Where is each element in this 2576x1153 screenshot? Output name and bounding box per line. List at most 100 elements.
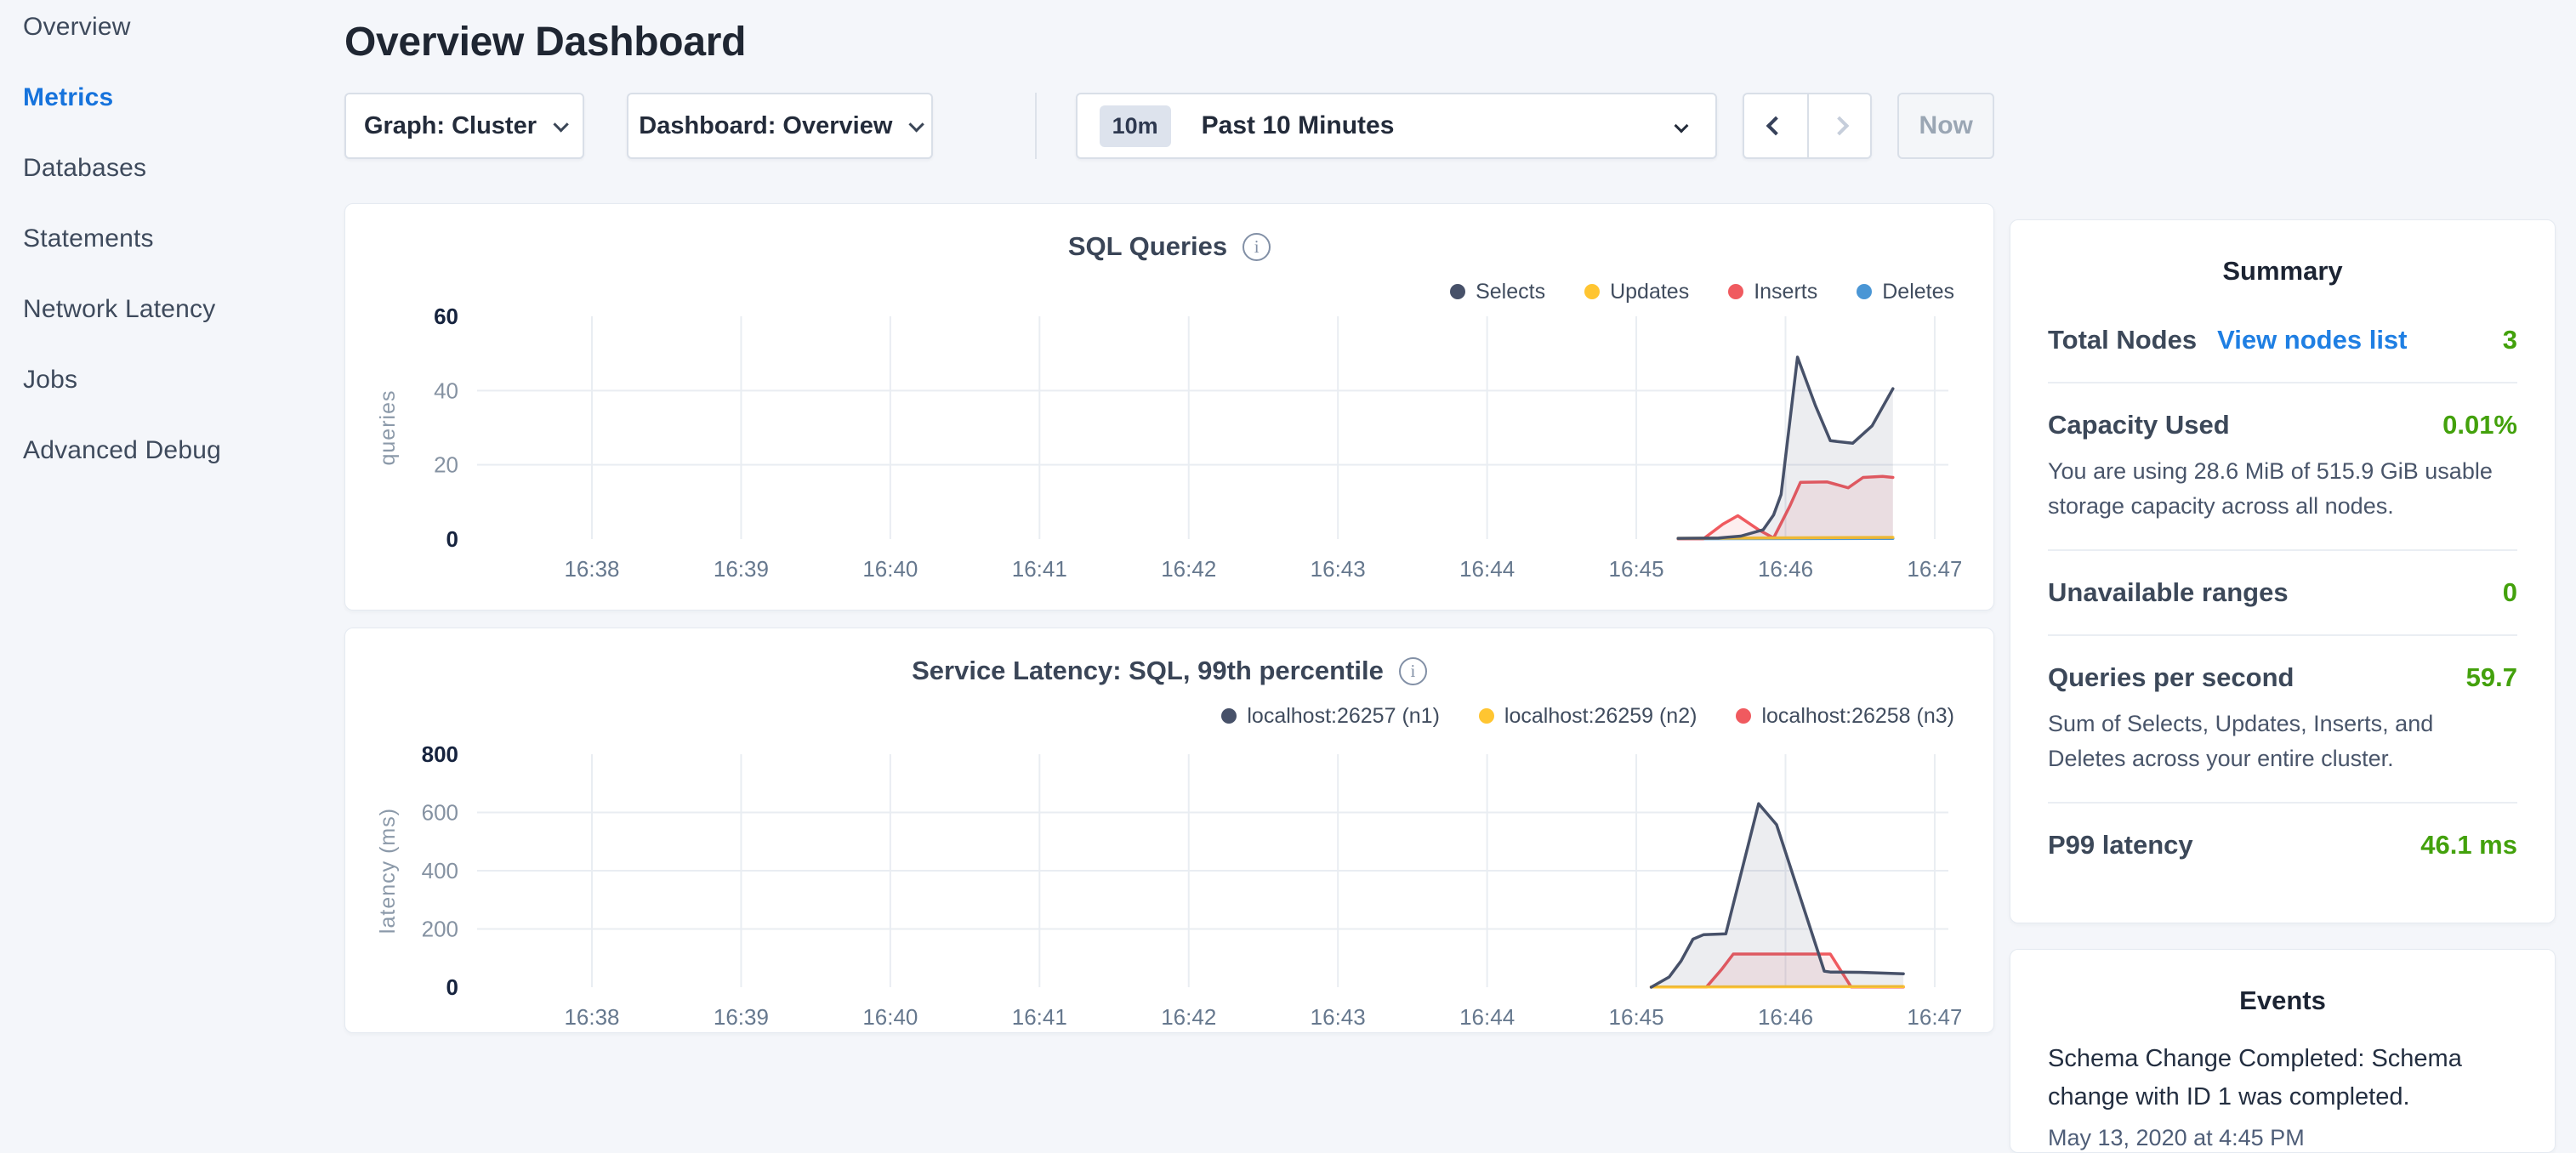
summary-row-value: 0.01% (2442, 410, 2517, 440)
sidebar: Overview Metrics Databases Statements Networ… (0, 0, 340, 508)
legend-dot-icon (1221, 708, 1237, 724)
chart-svg: 16:38 16:39 16:40 16:41 16:42 16:43 16:44 16:45… (376, 308, 1961, 582)
svg-text:16:40: 16:40 (862, 1004, 918, 1030)
summary-row-label: Unavailable ranges (2048, 577, 2289, 607)
summary-row-label: Total Nodes (2048, 325, 2198, 355)
chart-title: Service Latency: SQL, 99th percentile (912, 656, 1384, 685)
time-nav-group (1743, 93, 1873, 159)
sidebar-item-overview[interactable]: Overview (23, 14, 340, 40)
legend-label: localhost:26258 (n3) (1761, 703, 1954, 728)
summary-row-value: 0 (2502, 577, 2517, 607)
sidebar-item-network-latency[interactable]: Network Latency (23, 296, 340, 322)
svg-text:16:42: 16:42 (1161, 556, 1216, 582)
summary-rows: Total Nodes View nodes list 3 Capacity Used… (2048, 298, 2517, 887)
legend-item: Inserts (1728, 280, 1817, 304)
events-list: Schema Change Completed: Schema change w… (2048, 1040, 2517, 1151)
svg-text:16:42: 16:42 (1161, 1004, 1216, 1030)
sidebar-item-statements[interactable]: Statements (23, 225, 340, 252)
svg-text:600: 600 (422, 800, 458, 826)
svg-text:16:46: 16:46 (1758, 1004, 1813, 1030)
summary-row-description: You are using 28.6 MiB of 515.9 GiB usab… (2048, 458, 2493, 519)
summary-row: Queries per second 59.7 Sum of Selects, Up… (2048, 634, 2517, 802)
legend-label: localhost:26257 (n1) (1247, 703, 1440, 728)
svg-text:200: 200 (422, 917, 458, 942)
chart-plot: 16:38 16:39 16:40 16:41 16:42 16:43 16:44 16:45… (345, 732, 1993, 1031)
time-range-selector[interactable]: 10m Past 10 Minutes (1075, 93, 1718, 159)
summary-row-value: 3 (2502, 325, 2517, 355)
legend-dot-icon (1450, 284, 1466, 299)
svg-text:16:45: 16:45 (1609, 1004, 1664, 1030)
svg-text:16:47: 16:47 (1907, 1004, 1961, 1030)
events-panel: Events Schema Change Completed: Schema c… (2010, 949, 2556, 1153)
now-button[interactable]: Now (1897, 93, 1994, 159)
page-title: Overview Dashboard (344, 20, 747, 65)
info-icon[interactable]: i (1243, 232, 1271, 261)
legend-item: localhost:26258 (n3) (1736, 704, 1954, 729)
sidebar-item-advanced-debug[interactable]: Advanced Debug (23, 437, 340, 463)
legend-dot-icon (1736, 708, 1752, 724)
dashboard-dropdown[interactable]: Dashboard: Overview (626, 93, 933, 159)
legend-label: Updates (1610, 279, 1690, 304)
summary-row-value: 59.7 (2465, 662, 2517, 692)
svg-text:16:44: 16:44 (1459, 556, 1515, 582)
chevron-right-icon (1830, 116, 1850, 136)
sidebar-nav: Overview Metrics Databases Statements Networ… (23, 14, 340, 463)
controls-row: Graph: Cluster Dashboard: Overview 10m P… (344, 93, 1994, 159)
summary-row-label: Capacity Used (2048, 410, 2230, 440)
legend-dot-icon (1478, 708, 1494, 724)
chart-title: SQL Queries (1067, 231, 1228, 261)
svg-text:20: 20 (434, 452, 458, 478)
time-range-label: Past 10 Minutes (1201, 111, 1395, 139)
svg-text:16:38: 16:38 (564, 556, 619, 582)
view-nodes-link[interactable]: View nodes list (2217, 325, 2407, 355)
sidebar-item-jobs[interactable]: Jobs (23, 366, 340, 393)
legend-label: Deletes (1882, 279, 1954, 304)
divider (1034, 93, 1037, 159)
svg-text:800: 800 (422, 741, 458, 767)
svg-text:queries: queries (376, 390, 400, 466)
event-timestamp: May 13, 2020 at 4:45 PM (2048, 1124, 2305, 1150)
graph-dropdown[interactable]: Graph: Cluster (344, 93, 584, 159)
legend-dot-icon (1584, 284, 1601, 299)
time-range-badge: 10m (1099, 105, 1171, 147)
chart-title-row: SQL Queries i (345, 231, 1993, 262)
summary-panel: Summary Total Nodes View nodes list 3 Capac… (2010, 219, 2556, 923)
legend-item: Updates (1584, 280, 1689, 304)
chevron-down-icon (1674, 118, 1689, 133)
time-next-button[interactable] (1807, 94, 1870, 157)
chart-svg: 16:38 16:39 16:40 16:41 16:42 16:43 16:44 16:45… (376, 741, 1961, 1030)
summary-row: Total Nodes View nodes list 3 (2048, 298, 2517, 382)
svg-text:16:47: 16:47 (1907, 556, 1961, 582)
svg-text:16:44: 16:44 (1459, 1004, 1515, 1030)
sidebar-item-metrics[interactable]: Metrics (23, 84, 340, 111)
info-icon[interactable]: i (1398, 656, 1427, 685)
summary-row-label: P99 latency (2048, 830, 2193, 860)
summary-title: Summary (2222, 256, 2343, 286)
svg-text:16:46: 16:46 (1758, 556, 1813, 582)
legend-item: localhost:26257 (n1) (1221, 704, 1440, 729)
svg-text:16:41: 16:41 (1012, 1004, 1067, 1030)
svg-text:16:41: 16:41 (1012, 556, 1067, 582)
legend-label: localhost:26259 (n2) (1504, 703, 1697, 728)
time-prev-button[interactable] (1744, 94, 1807, 157)
chart-legend: localhost:26257 (n1) localhost:26259 (n2)… (345, 703, 1993, 729)
summary-row: Capacity Used 0.01% You are using 28.6 MiB… (2048, 382, 2517, 549)
dashboard-dropdown-label: Dashboard: Overview (639, 111, 893, 139)
chevron-down-icon (553, 116, 569, 133)
svg-text:40: 40 (434, 378, 458, 403)
legend-label: Inserts (1754, 279, 1818, 304)
sidebar-item-databases[interactable]: Databases (23, 155, 340, 181)
service-latency-chart-card: Service Latency: SQL, 99th percentile i … (344, 628, 1994, 1033)
event-item[interactable]: Schema Change Completed: Schema change w… (2048, 1040, 2517, 1151)
legend-dot-icon (1728, 284, 1744, 299)
chart-title-row: Service Latency: SQL, 99th percentile i (345, 656, 1993, 686)
svg-text:16:39: 16:39 (714, 556, 769, 582)
summary-row: P99 latency 46.1 ms (2048, 802, 2517, 887)
svg-text:16:40: 16:40 (862, 556, 918, 582)
chevron-down-icon (908, 116, 925, 133)
sql-queries-chart-card: SQL Queries i Selects Updates Inserts Delet… (344, 203, 1994, 611)
legend-label: Selects (1476, 279, 1546, 304)
svg-text:400: 400 (422, 858, 458, 883)
svg-text:60: 60 (434, 308, 458, 329)
events-title: Events (2239, 985, 2326, 1015)
